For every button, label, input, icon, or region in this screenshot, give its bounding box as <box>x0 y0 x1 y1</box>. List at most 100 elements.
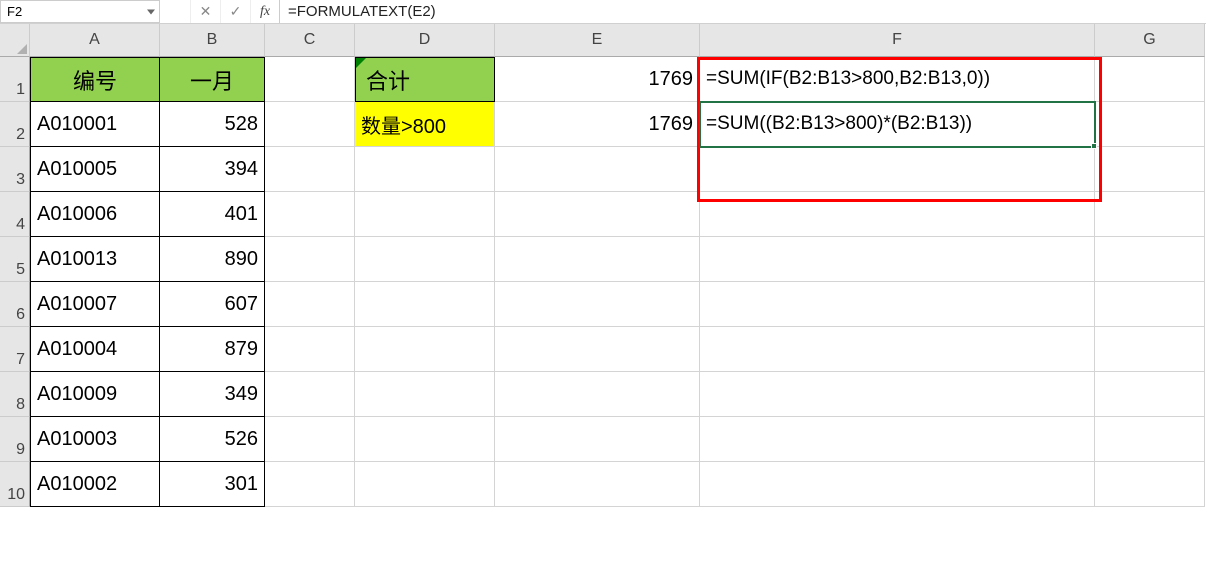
cell-G9[interactable] <box>1095 417 1205 462</box>
cell-A5[interactable]: A010013 <box>30 237 160 282</box>
cell-G3[interactable] <box>1095 147 1205 192</box>
row-header-8[interactable]: 8 <box>0 372 30 417</box>
row-header-7[interactable]: 7 <box>0 327 30 372</box>
cell-D3[interactable] <box>355 147 495 192</box>
cell-F7[interactable] <box>700 327 1095 372</box>
cancel-icon[interactable]: ✕ <box>190 0 220 23</box>
formula-bar: F2 ✕ ✓ fx =FORMULATEXT(E2) <box>0 0 1206 24</box>
formula-input[interactable]: =FORMULATEXT(E2) <box>280 0 1206 23</box>
cell-C8[interactable] <box>265 372 355 417</box>
formula-text-value: =FORMULATEXT(E2) <box>288 3 436 20</box>
cell-E4[interactable] <box>495 192 700 237</box>
chevron-down-icon[interactable] <box>147 9 155 14</box>
cell-F4[interactable] <box>700 192 1095 237</box>
row-header-9[interactable]: 9 <box>0 417 30 462</box>
col-header-G[interactable]: G <box>1095 24 1205 57</box>
cell-F1[interactable]: =SUM(IF(B2:B13>800,B2:B13,0)) <box>700 57 1095 102</box>
cell-C5[interactable] <box>265 237 355 282</box>
cell-A9[interactable]: A010003 <box>30 417 160 462</box>
row-header-1[interactable]: 1 <box>0 57 30 102</box>
cell-F10[interactable] <box>700 462 1095 507</box>
cell-E9[interactable] <box>495 417 700 462</box>
cell-E3[interactable] <box>495 147 700 192</box>
cell-F2-value: =SUM((B2:B13>800)*(B2:B13)) <box>706 113 972 135</box>
cell-B5[interactable]: 890 <box>160 237 265 282</box>
cell-D9[interactable] <box>355 417 495 462</box>
cell-F2[interactable]: =SUM((B2:B13>800)*(B2:B13)) <box>700 102 1095 147</box>
cell-G6[interactable] <box>1095 282 1205 327</box>
cell-C1[interactable] <box>265 57 355 102</box>
cell-F3[interactable] <box>700 147 1095 192</box>
fx-icon[interactable]: fx <box>250 0 280 23</box>
cell-G8[interactable] <box>1095 372 1205 417</box>
cell-D6[interactable] <box>355 282 495 327</box>
fill-handle[interactable] <box>1091 143 1097 149</box>
col-header-E[interactable]: E <box>495 24 700 57</box>
col-header-C[interactable]: C <box>265 24 355 57</box>
cell-D4[interactable] <box>355 192 495 237</box>
cell-D2[interactable]: 数量>800 <box>355 102 495 147</box>
cell-A2[interactable]: A010001 <box>30 102 160 147</box>
cell-B1[interactable]: 一月 <box>160 57 265 102</box>
row-header-6[interactable]: 6 <box>0 282 30 327</box>
cell-E5[interactable] <box>495 237 700 282</box>
name-box-value: F2 <box>7 4 22 19</box>
cell-E10[interactable] <box>495 462 700 507</box>
cell-D7[interactable] <box>355 327 495 372</box>
cell-D1[interactable]: 合计 <box>355 57 495 102</box>
cell-C7[interactable] <box>265 327 355 372</box>
cell-A7[interactable]: A010004 <box>30 327 160 372</box>
cell-G2[interactable] <box>1095 102 1205 147</box>
cell-B10[interactable]: 301 <box>160 462 265 507</box>
cell-B2[interactable]: 528 <box>160 102 265 147</box>
row-header-3[interactable]: 3 <box>0 147 30 192</box>
cell-A6[interactable]: A010007 <box>30 282 160 327</box>
cell-A4[interactable]: A010006 <box>30 192 160 237</box>
cell-B6[interactable]: 607 <box>160 282 265 327</box>
cell-E6[interactable] <box>495 282 700 327</box>
cell-A1[interactable]: 编号 <box>30 57 160 102</box>
cell-E7[interactable] <box>495 327 700 372</box>
col-header-F[interactable]: F <box>700 24 1095 57</box>
cell-G4[interactable] <box>1095 192 1205 237</box>
cell-B3[interactable]: 394 <box>160 147 265 192</box>
name-box[interactable]: F2 <box>0 0 160 23</box>
cell-E2[interactable]: 1769 <box>495 102 700 147</box>
cell-C6[interactable] <box>265 282 355 327</box>
row-header-4[interactable]: 4 <box>0 192 30 237</box>
col-header-D[interactable]: D <box>355 24 495 57</box>
cell-G10[interactable] <box>1095 462 1205 507</box>
cell-A10[interactable]: A010002 <box>30 462 160 507</box>
cell-F6[interactable] <box>700 282 1095 327</box>
cell-G1[interactable] <box>1095 57 1205 102</box>
cell-G5[interactable] <box>1095 237 1205 282</box>
cell-C10[interactable] <box>265 462 355 507</box>
cell-B8[interactable]: 349 <box>160 372 265 417</box>
cell-A3[interactable]: A010005 <box>30 147 160 192</box>
check-icon[interactable]: ✓ <box>220 0 250 23</box>
cell-B4[interactable]: 401 <box>160 192 265 237</box>
col-header-B[interactable]: B <box>160 24 265 57</box>
row-header-5[interactable]: 5 <box>0 237 30 282</box>
select-all-corner[interactable] <box>0 24 30 57</box>
cell-E8[interactable] <box>495 372 700 417</box>
row-header-2[interactable]: 2 <box>0 102 30 147</box>
row-header-10[interactable]: 10 <box>0 462 30 507</box>
sheet-area: 1 2 3 4 5 6 7 8 9 10 A B C D E F G 编号 一月… <box>0 24 1206 578</box>
cell-F5[interactable] <box>700 237 1095 282</box>
cell-B9[interactable]: 526 <box>160 417 265 462</box>
cell-D8[interactable] <box>355 372 495 417</box>
cell-C9[interactable] <box>265 417 355 462</box>
cell-C4[interactable] <box>265 192 355 237</box>
cell-D5[interactable] <box>355 237 495 282</box>
cell-C3[interactable] <box>265 147 355 192</box>
cell-C2[interactable] <box>265 102 355 147</box>
cell-F8[interactable] <box>700 372 1095 417</box>
col-header-A[interactable]: A <box>30 24 160 57</box>
cell-F9[interactable] <box>700 417 1095 462</box>
cell-E1[interactable]: 1769 <box>495 57 700 102</box>
cell-G7[interactable] <box>1095 327 1205 372</box>
cell-D10[interactable] <box>355 462 495 507</box>
cell-A8[interactable]: A010009 <box>30 372 160 417</box>
cell-B7[interactable]: 879 <box>160 327 265 372</box>
